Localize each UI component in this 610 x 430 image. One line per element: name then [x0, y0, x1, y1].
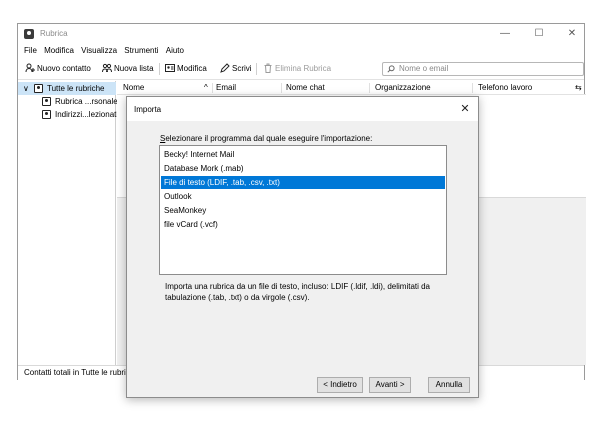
pencil-icon	[220, 63, 230, 73]
program-item-outlook[interactable]: Outlook	[161, 190, 445, 203]
menu-bar: File Modifica Visualizza Strumenti Aiuto	[18, 44, 584, 58]
close-button[interactable]: ✕	[559, 26, 585, 42]
new-list-icon	[102, 63, 112, 73]
program-item-becky[interactable]: Becky! Internet Mail	[161, 148, 445, 161]
sidebar-item-label: Rubrica ...rsonale	[55, 97, 118, 106]
search-placeholder: Nome o email	[399, 64, 449, 73]
write-button[interactable]: Scrivi	[220, 62, 252, 76]
toolbar-separator	[256, 63, 257, 75]
program-item-vcard[interactable]: file vCard (.vcf)	[161, 218, 445, 231]
column-organization[interactable]: Organizzazione	[375, 81, 431, 95]
search-field[interactable]: Nome o email	[382, 62, 584, 76]
minimize-button[interactable]: —	[492, 26, 518, 42]
column-work-phone[interactable]: Telefono lavoro	[478, 81, 532, 95]
sort-ascending-icon[interactable]: ^	[204, 81, 208, 95]
next-button[interactable]: Avanti >	[369, 377, 411, 393]
program-item-text-file[interactable]: File di testo (LDIF, .tab, .csv, .txt)	[161, 176, 445, 189]
title-bar: Rubrica — ☐ ✕	[18, 24, 584, 44]
dialog-close-button[interactable]: ✕	[457, 101, 473, 117]
new-contact-label: Nuovo contatto	[37, 64, 91, 73]
address-book-app-icon	[24, 29, 34, 39]
address-book-sidebar: ∨ Tutte le rubriche Rubrica ...rsonale I…	[18, 81, 119, 365]
cancel-button[interactable]: Annulla	[428, 377, 470, 393]
back-button[interactable]: < Indietro	[317, 377, 363, 393]
column-picker-icon[interactable]: ⇆	[575, 81, 582, 95]
column-divider[interactable]	[369, 83, 370, 93]
window-title: Rubrica	[40, 29, 68, 38]
column-divider[interactable]	[472, 83, 473, 93]
chevron-down-icon[interactable]: ∨	[23, 82, 29, 95]
column-divider[interactable]	[281, 83, 282, 93]
trash-icon	[264, 63, 272, 73]
address-book-icon	[42, 110, 51, 119]
menu-view[interactable]: Visualizza	[81, 44, 117, 58]
address-book-icon	[42, 97, 51, 106]
import-dialog: Importa ✕ Selezionare il programma dal q…	[126, 96, 479, 398]
new-list-label: Nuova lista	[114, 64, 154, 73]
import-prompt: Selezionare il programma dal quale esegu…	[160, 134, 372, 143]
menu-edit[interactable]: Modifica	[44, 44, 74, 58]
program-item-seamonkey[interactable]: SeaMonkey	[161, 204, 445, 217]
column-name[interactable]: Nome	[123, 81, 144, 95]
prompt-text: elezionare il programma dal quale esegui…	[165, 134, 373, 143]
maximize-button[interactable]: ☐	[526, 26, 552, 42]
column-chat-name[interactable]: Nome chat	[286, 81, 325, 95]
contact-card-icon	[165, 64, 175, 72]
write-label: Scrivi	[232, 64, 252, 73]
column-email[interactable]: Email	[216, 81, 236, 95]
sidebar-item-personal-address-book[interactable]: Rubrica ...rsonale	[18, 95, 118, 108]
column-divider[interactable]	[212, 83, 213, 93]
sidebar-item-label: Tutte le rubriche	[47, 84, 105, 93]
status-text: Contatti totali in Tutte le rubriche	[24, 368, 139, 377]
toolbar-separator	[159, 63, 160, 75]
import-description: Importa una rubrica da un file di testo,…	[165, 282, 431, 302]
program-list[interactable]: Becky! Internet Mail Database Mork (.mab…	[159, 145, 447, 275]
new-list-button[interactable]: Nuova lista	[102, 62, 154, 76]
sidebar-item-label: Indirizzi...lezionati	[55, 110, 119, 119]
edit-button[interactable]: Modifica	[165, 62, 207, 76]
menu-help[interactable]: Aiuto	[166, 44, 184, 58]
sidebar-item-collected-addresses[interactable]: Indirizzi...lezionati	[18, 108, 119, 121]
sidebar-item-all-address-books[interactable]: ∨ Tutte le rubriche	[18, 82, 116, 95]
search-icon	[387, 65, 395, 73]
dialog-title: Importa	[134, 105, 162, 114]
address-book-icon	[34, 84, 43, 93]
menu-tools[interactable]: Strumenti	[124, 44, 158, 58]
dialog-title-bar: Importa ✕	[127, 97, 478, 121]
new-contact-button[interactable]: Nuovo contatto	[25, 62, 91, 76]
program-item-mork[interactable]: Database Mork (.mab)	[161, 162, 445, 175]
toolbar: Nuovo contatto Nuova lista Modifica Scri…	[18, 58, 584, 80]
edit-label: Modifica	[177, 64, 207, 73]
delete-address-book-label: Elimina Rubrica	[275, 64, 332, 73]
new-contact-icon	[25, 63, 35, 73]
delete-address-book-button[interactable]: Elimina Rubrica	[263, 62, 331, 76]
contact-list-header: Nome ^ Email Nome chat Organizzazione Te…	[117, 81, 586, 95]
menu-file[interactable]: File	[24, 44, 37, 58]
